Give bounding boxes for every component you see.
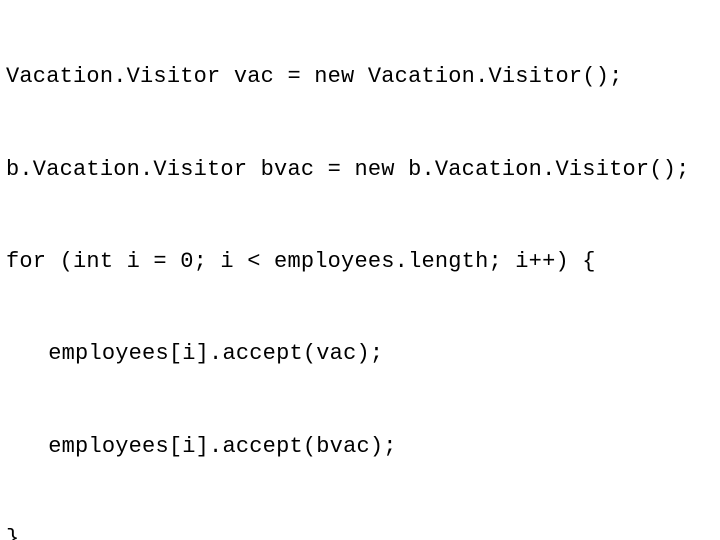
code-line-5: employees[i].accept(bvac); xyxy=(6,424,714,470)
code-line-3: for (int i = 0; i < employees.length; i+… xyxy=(6,239,714,285)
code-line-6: } xyxy=(6,516,714,540)
code-line-2: b.Vacation.Visitor bvac = new b.Vacation… xyxy=(6,147,714,193)
code-block: Vacation.Visitor vac = new Vacation.Visi… xyxy=(0,0,720,540)
code-line-1: Vacation.Visitor vac = new Vacation.Visi… xyxy=(6,54,714,100)
code-line-4: employees[i].accept(vac); xyxy=(6,331,714,377)
